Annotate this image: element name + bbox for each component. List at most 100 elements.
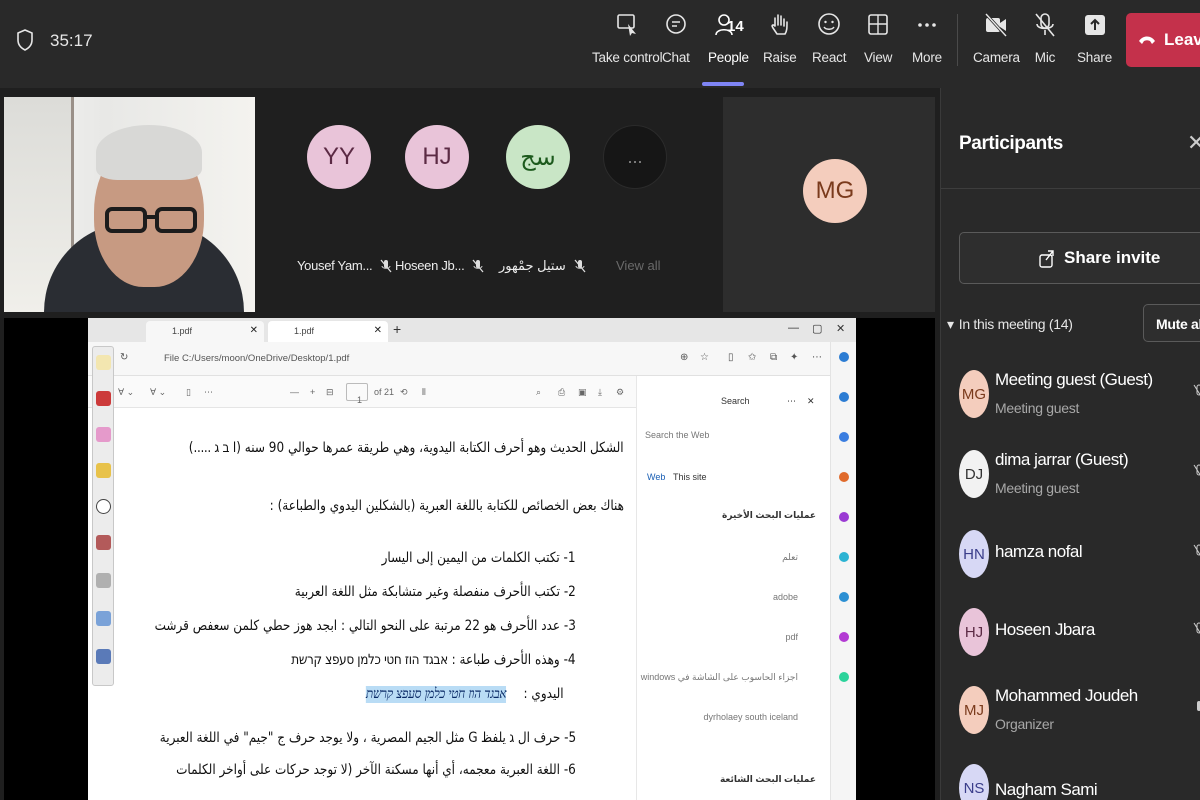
office-icon[interactable] [839, 592, 849, 602]
search-pane-input[interactable]: Search the Web [645, 430, 709, 440]
search-icon[interactable] [839, 392, 849, 402]
browser-more-icon[interactable]: ⋯ [812, 352, 822, 363]
favorite-icon[interactable]: ☆ [700, 352, 709, 363]
zoom-icon[interactable]: ⊕ [680, 352, 688, 363]
search-pane-more-icon[interactable]: ⋯ [787, 396, 796, 407]
collections-icon[interactable]: ⧉ [770, 352, 777, 363]
highlighter-icon[interactable] [96, 463, 111, 478]
shared-browser-window: 1.pdf ✕ 1.pdf ✕ + — ▢ ✕ ↻ File C:/Users/mo… [88, 318, 856, 800]
minimize-icon[interactable]: — [788, 322, 799, 334]
view-button[interactable]: View [864, 10, 892, 74]
mute-all-button[interactable]: Mute all [1143, 304, 1200, 342]
page-number-input[interactable]: 1 [346, 383, 368, 405]
page-view-icon[interactable]: ⫴ [422, 387, 426, 398]
participant-list-item[interactable]: HJ Hoseen Jbara [959, 608, 1200, 664]
mic-button[interactable]: Mic [1032, 10, 1058, 74]
participant-list-item[interactable]: NS Nagham Sami [959, 764, 1200, 800]
participant-name-hj: Hoseen Jb... [395, 258, 484, 273]
marker-icon[interactable] [96, 535, 111, 550]
participant-name: Mohammed Joudeh [995, 686, 1138, 705]
fit-page-icon[interactable]: ⊟ [326, 387, 334, 398]
mic-muted-icon [574, 259, 586, 273]
view-all-button[interactable]: ... [603, 125, 667, 189]
games-icon[interactable] [839, 552, 849, 562]
favorites-icon[interactable]: ✩ [748, 352, 756, 363]
chat-button[interactable]: Chat [662, 10, 690, 74]
close-window-icon[interactable]: ✕ [836, 322, 845, 335]
close-tab-icon[interactable]: ✕ [250, 325, 258, 336]
search-pane-close-icon[interactable]: ✕ [807, 396, 815, 407]
tools-icon[interactable] [839, 512, 849, 522]
browser-tab-active[interactable]: 1.pdf ✕ [268, 321, 388, 342]
erase-icon[interactable]: ▯ [186, 387, 191, 398]
participant-list-item[interactable]: MG Meeting guest (Guest) Meeting guest [959, 370, 1200, 426]
mic-muted-icon [1193, 384, 1200, 396]
draw-icon[interactable]: ∀ ⌄ [118, 387, 134, 398]
pen-tool-icon[interactable] [96, 355, 111, 370]
zoom-in-icon[interactable]: + [310, 387, 315, 397]
new-tab-icon[interactable]: + [393, 321, 401, 337]
more-button[interactable]: More [912, 10, 942, 74]
lines-icon[interactable] [96, 573, 111, 588]
zoom-out-icon[interactable]: — [290, 387, 299, 397]
save-icon[interactable]: ▣ [578, 387, 587, 398]
participant-tile-arabic[interactable]: سج [506, 125, 570, 189]
mic-off-icon [1035, 13, 1055, 37]
participant-tile-yy[interactable]: YY [307, 125, 371, 189]
in-meeting-section-toggle[interactable]: ▾ In this meeting (14) [947, 316, 1073, 333]
recent-search-item[interactable]: pdf [785, 632, 798, 642]
shared-screen[interactable]: 1.pdf ✕ 1.pdf ✕ + — ▢ ✕ ↻ File C:/Users/mo… [4, 318, 935, 800]
print-icon[interactable]: ⎙ [558, 387, 565, 398]
copilot-icon[interactable] [839, 352, 849, 362]
avatar: NS [959, 764, 989, 800]
outlook-icon[interactable] [839, 632, 849, 642]
participant-camera-video[interactable] [4, 97, 255, 312]
pointer-icon[interactable] [96, 499, 111, 514]
react-button[interactable]: React [812, 10, 846, 74]
shopping-icon[interactable] [839, 472, 849, 482]
participant-tile-hj[interactable]: HJ [405, 125, 469, 189]
raise-hand-button[interactable]: Raise [763, 10, 797, 74]
participant-role: Meeting guest [995, 480, 1080, 496]
mic-muted-icon [1193, 622, 1200, 634]
extensions-icon[interactable]: ✦ [790, 352, 798, 363]
search-pane-title: Search [721, 396, 750, 406]
meeting-timer: 35:17 [50, 31, 93, 50]
recent-search-item[interactable]: تعلم [782, 552, 798, 563]
recent-search-item[interactable]: dyrholaey south iceland [703, 712, 798, 722]
participant-tile-mg[interactable]: MG [723, 97, 935, 312]
participant-list-item[interactable]: MJ Mohammed Joudeh Organizer [959, 686, 1200, 742]
red-pen-icon[interactable] [96, 391, 111, 406]
leave-button[interactable]: Leave [1126, 13, 1200, 67]
screen-icon[interactable] [96, 611, 111, 626]
recent-search-item[interactable]: اجزاء الحاسوب على الشاشة في windows [641, 672, 798, 683]
take-control-button[interactable]: Take control [592, 10, 663, 74]
browser-tab[interactable]: 1.pdf ✕ [146, 321, 264, 342]
highlight-icon[interactable]: ∀ ⌄ [150, 387, 166, 398]
recent-search-item[interactable]: adobe [773, 592, 798, 602]
rotate-icon[interactable]: ⟲ [400, 387, 408, 398]
mic-muted-icon [1193, 464, 1200, 476]
discover-icon[interactable] [839, 432, 849, 442]
camera-button[interactable]: Camera [973, 10, 1020, 74]
participant-list-item[interactable]: HN hamza nofal [959, 530, 1200, 586]
share-button[interactable]: Share [1077, 10, 1112, 74]
close-tab-icon[interactable]: ✕ [374, 325, 382, 336]
search-tab-web[interactable]: Web [647, 472, 665, 482]
search-tab-site[interactable]: This site [673, 472, 707, 482]
pdf-settings-icon[interactable]: ⚙ [616, 387, 624, 398]
address-input[interactable]: File C:/Users/moon/OneDrive/Desktop/1.pd… [146, 348, 666, 368]
drop-icon[interactable] [839, 672, 849, 682]
eraser-icon[interactable] [96, 427, 111, 442]
maximize-icon[interactable]: ▢ [812, 322, 822, 335]
split-icon[interactable]: ▯ [728, 352, 734, 363]
pdf-search-icon[interactable]: ⌕ [536, 387, 541, 398]
save-as-icon[interactable]: ⤓ [598, 387, 602, 398]
refresh-icon[interactable]: ↻ [120, 352, 128, 363]
whiteboard-icon[interactable] [96, 649, 111, 664]
close-icon[interactable]: ✕ [1187, 130, 1200, 156]
participant-name: Meeting guest (Guest) [995, 370, 1153, 389]
share-invite-button[interactable]: Share invite [959, 232, 1200, 284]
pdf-more-icon[interactable]: ⋯ [204, 387, 213, 398]
participant-list-item[interactable]: DJ dima jarrar (Guest) Meeting guest [959, 450, 1200, 506]
